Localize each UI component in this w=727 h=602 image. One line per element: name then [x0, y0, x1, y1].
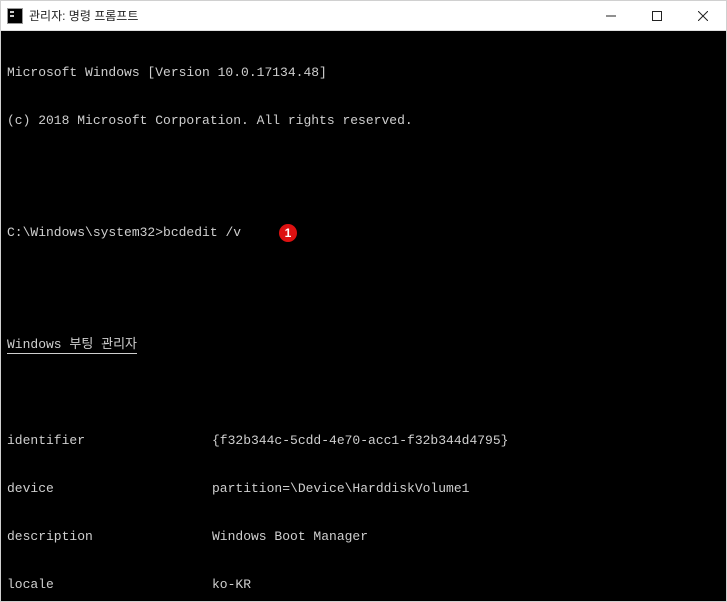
cmd-icon [7, 8, 23, 24]
minimize-button[interactable] [588, 1, 634, 30]
prompt-prefix: C:\Windows\system32> [7, 225, 163, 241]
terminal-output[interactable]: Microsoft Windows [Version 10.0.17134.48… [1, 31, 726, 601]
window-title: 관리자: 명령 프롬프트 [29, 7, 588, 24]
kv-row: localeko-KR [7, 577, 720, 593]
kv-row: devicepartition=\Device\HarddiskVolume1 [7, 481, 720, 497]
kv-row: identifier{f32b344c-5cdd-4e70-acc1-f32b3… [7, 433, 720, 449]
window-controls [588, 1, 726, 30]
annotation-badge-1: 1 [279, 224, 297, 242]
maximize-button[interactable] [634, 1, 680, 30]
header-line: Microsoft Windows [Version 10.0.17134.48… [7, 65, 720, 81]
close-button[interactable] [680, 1, 726, 30]
prompt-line: C:\Windows\system32>bcdedit /v 1 [7, 225, 720, 241]
command-prompt-window: 관리자: 명령 프롬프트 Microsoft Windows [Version … [0, 0, 727, 602]
kv-row: descriptionWindows Boot Manager [7, 529, 720, 545]
header-line: (c) 2018 Microsoft Corporation. All righ… [7, 113, 720, 129]
section-boot-manager-title: Windows 부팅 관리자 [7, 337, 720, 353]
titlebar[interactable]: 관리자: 명령 프롬프트 [1, 1, 726, 31]
command-text: bcdedit /v [163, 225, 241, 241]
